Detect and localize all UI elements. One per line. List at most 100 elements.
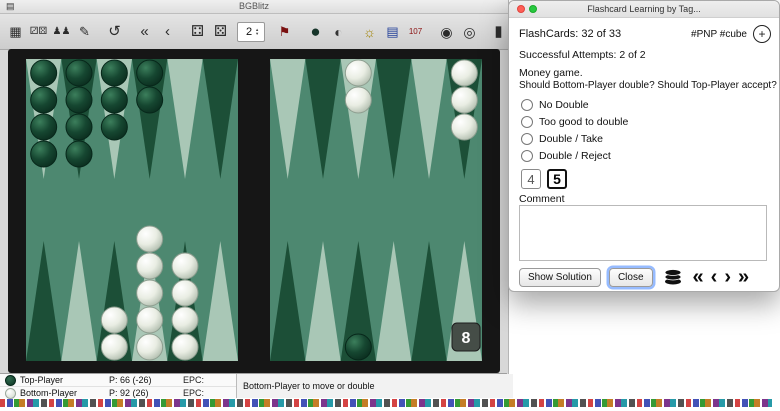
radio-icon[interactable] bbox=[521, 99, 533, 111]
checker-stack-icon[interactable] bbox=[663, 269, 683, 285]
option-double-take[interactable]: Double / Take bbox=[521, 130, 628, 147]
bottom-player-name: Bottom-Player bbox=[20, 388, 105, 398]
attempts-text: Successful Attempts: 2 of 2 bbox=[519, 49, 646, 61]
players-icon[interactable]: ♟♟ bbox=[51, 19, 72, 45]
show-eye-icon-glyph: ◉ bbox=[440, 25, 452, 39]
backgammon-board[interactable]: 8 bbox=[8, 49, 500, 373]
tray-icon-glyph: ▮ bbox=[494, 24, 502, 39]
die-4[interactable]: 4 bbox=[521, 169, 541, 189]
undo-icon[interactable]: ↺ bbox=[104, 19, 125, 45]
question-line1: Money game. bbox=[519, 67, 583, 79]
flashcard-titlebar[interactable]: Flashcard Learning by Tag... bbox=[509, 1, 779, 18]
bgblitz-window: ▤ BGBlitz ▦ ⚂⚄ ♟♟ ✎ ↺ « ‹ ⚃ ⚄ 2▲▼ ⚑ ● ◐ ☼ ▤ 107 ◉ ◎ ▮ 8 To… bbox=[0, 0, 509, 397]
top-player-checker-icon bbox=[5, 375, 16, 386]
undo-icon-glyph: ↺ bbox=[108, 24, 121, 39]
prev-card-button[interactable]: ‹ bbox=[711, 267, 718, 287]
tutor-107-icon-glyph: 107 bbox=[409, 28, 422, 36]
resign-flag-icon-glyph: ⚑ bbox=[279, 25, 291, 38]
step-back-icon[interactable]: ‹ bbox=[157, 19, 178, 45]
option-label: No Double bbox=[539, 99, 589, 111]
hide-eye-icon[interactable]: ◎ bbox=[459, 19, 480, 45]
match-length-spinner[interactable]: 2▲▼ bbox=[237, 22, 265, 42]
tutor-107-icon[interactable]: 107 bbox=[405, 19, 426, 45]
show-eye-icon[interactable]: ◉ bbox=[436, 19, 457, 45]
flashcard-tags: #PNP #cube bbox=[691, 29, 747, 40]
statusbar: Top-Player P: 66 (-26) EPC: Bottom-Playe… bbox=[0, 373, 507, 398]
resign-flag-icon[interactable]: ⚑ bbox=[274, 19, 295, 45]
question-line2: Should Bottom-Player double? Should Top-… bbox=[519, 80, 777, 91]
dice-cup-icon[interactable]: ⚃ bbox=[187, 19, 208, 45]
flashcard-progress: FlashCards: 32 of 33 bbox=[519, 28, 621, 40]
dice-row: 4 5 bbox=[521, 169, 567, 189]
bgblitz-titlebar[interactable]: ▤ BGBlitz bbox=[0, 0, 508, 14]
bottom-player-pip: P: 92 (26) bbox=[109, 388, 179, 398]
option-label: Too good to double bbox=[539, 116, 628, 128]
match-length-value: 2 bbox=[243, 26, 255, 38]
doubling-cube[interactable]: 8 bbox=[452, 323, 480, 351]
roll-dice-icon-glyph: ⚄ bbox=[214, 24, 227, 39]
die-4-value: 4 bbox=[527, 172, 534, 187]
edit-position-icon-glyph: ✎ bbox=[79, 25, 90, 38]
bottom-player-row: Bottom-Player P: 92 (26) EPC: bbox=[0, 386, 236, 399]
next-card-button[interactable]: › bbox=[724, 267, 731, 287]
top-player-name: Top-Player bbox=[20, 375, 105, 385]
flashcard-footer: Show Solution Close « ‹ › » bbox=[519, 267, 771, 287]
hint-lightbulb-icon[interactable]: ☼ bbox=[359, 19, 380, 45]
comment-label: Comment bbox=[519, 193, 565, 205]
direction-icon[interactable]: ◐ bbox=[328, 19, 349, 45]
toolbar: ▦ ⚂⚄ ♟♟ ✎ ↺ « ‹ ⚃ ⚄ 2▲▼ ⚑ ● ◐ ☼ ▤ 107 ◉ ◎ ▮ bbox=[0, 14, 508, 50]
analysis-icon[interactable]: ▤ bbox=[382, 19, 403, 45]
dice-pair-icon-glyph: ⚂⚄ bbox=[30, 27, 47, 37]
die-5-value: 5 bbox=[553, 171, 561, 187]
checker-color-icon[interactable]: ● bbox=[305, 19, 326, 45]
spinner-arrows-icon[interactable]: ▲▼ bbox=[255, 28, 259, 36]
window-title: BGBlitz bbox=[239, 1, 269, 11]
close-traffic-light[interactable] bbox=[517, 5, 525, 13]
roll-dice-icon[interactable]: ⚄ bbox=[210, 19, 231, 45]
svg-text:8: 8 bbox=[462, 330, 471, 347]
garbled-text-strip bbox=[0, 399, 772, 407]
step-back-icon-glyph: ‹ bbox=[165, 24, 170, 39]
option-double-reject[interactable]: Double / Reject bbox=[521, 147, 628, 164]
add-tag-button[interactable]: + bbox=[753, 25, 771, 43]
radio-icon[interactable] bbox=[521, 150, 533, 162]
plus-icon: + bbox=[758, 28, 765, 40]
radio-icon[interactable] bbox=[521, 133, 533, 145]
flashcard-nav: « ‹ › » bbox=[693, 267, 750, 287]
screen: ▤ BGBlitz ▦ ⚂⚄ ♟♟ ✎ ↺ « ‹ ⚃ ⚄ 2▲▼ ⚑ ● ◐ ☼ ▤ 107 ◉ ◎ ▮ 8 To… bbox=[0, 0, 780, 411]
option-label: Double / Take bbox=[539, 133, 603, 145]
bottom-player-epc: EPC: bbox=[183, 388, 204, 398]
players-icon-glyph: ♟♟ bbox=[53, 27, 71, 37]
dice-pair-icon[interactable]: ⚂⚄ bbox=[28, 19, 49, 45]
turn-message: Bottom-Player to move or double bbox=[237, 374, 513, 398]
option-no-double[interactable]: No Double bbox=[521, 96, 628, 113]
app-icon: ▤ bbox=[6, 1, 15, 12]
last-card-button[interactable]: » bbox=[738, 267, 749, 287]
option-label: Double / Reject bbox=[539, 150, 611, 162]
hint-lightbulb-icon-glyph: ☼ bbox=[363, 25, 376, 39]
edit-position-icon[interactable]: ✎ bbox=[74, 19, 95, 45]
flashcard-title: Flashcard Learning by Tag... bbox=[587, 4, 700, 14]
board-icon-glyph: ▦ bbox=[9, 25, 21, 38]
radio-icon[interactable] bbox=[521, 116, 533, 128]
step-back-all-icon-glyph: « bbox=[140, 24, 148, 39]
first-card-button[interactable]: « bbox=[693, 267, 704, 287]
close-button[interactable]: Close bbox=[609, 268, 653, 287]
player-rows: Top-Player P: 66 (-26) EPC: Bottom-Playe… bbox=[0, 374, 237, 398]
zoom-traffic-light[interactable] bbox=[529, 5, 537, 13]
show-solution-button[interactable]: Show Solution bbox=[519, 268, 601, 287]
flashcard-header-row: FlashCards: 32 of 33 #PNP #cube + bbox=[519, 25, 771, 43]
option-list: No Double Too good to double Double / Take… bbox=[521, 96, 628, 164]
dice-cup-icon-glyph: ⚃ bbox=[191, 24, 204, 39]
analysis-icon-glyph: ▤ bbox=[386, 25, 398, 38]
hide-eye-icon-glyph: ◎ bbox=[463, 25, 475, 39]
bottom-player-checker-icon bbox=[5, 388, 16, 399]
step-back-all-icon[interactable]: « bbox=[134, 19, 155, 45]
checker-color-icon-glyph: ● bbox=[310, 23, 320, 40]
comment-input[interactable] bbox=[519, 205, 767, 261]
option-too-good-to-double[interactable]: Too good to double bbox=[521, 113, 628, 130]
board-icon[interactable]: ▦ bbox=[5, 19, 26, 45]
top-player-epc: EPC: bbox=[183, 375, 204, 385]
tray-icon[interactable]: ▮ bbox=[488, 19, 509, 45]
die-5[interactable]: 5 bbox=[547, 169, 567, 189]
